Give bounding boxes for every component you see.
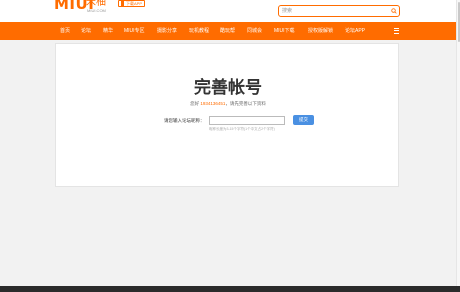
nav-item-forum[interactable]: 论坛	[81, 22, 91, 40]
nav-item-miui-zone[interactable]: MIUI专区	[124, 22, 145, 40]
nav-item-app[interactable]: 论坛APP	[345, 22, 365, 40]
nickname-label: 请您输入论坛昵称：	[164, 118, 205, 123]
download-app-button[interactable]: 下载APP	[118, 0, 146, 7]
site-logo-cn[interactable]: 米柚	[86, 0, 106, 8]
phone-icon	[121, 1, 124, 6]
complete-account-panel: 完善帐号 您好 1934136451，请先完善以下资料 请您输入论坛昵称： 提交…	[55, 43, 399, 187]
download-app-label: 下载APP	[126, 1, 143, 6]
menu-icon[interactable]	[394, 26, 402, 36]
user-id: 1934136451	[200, 101, 226, 106]
submit-button[interactable]: 提交	[293, 115, 314, 125]
greeting-text: 您好 1934136451，请先完善以下资料	[56, 101, 400, 107]
nav-item-featured[interactable]: 精华	[103, 22, 113, 40]
main-nav: 首页 论坛 精华 MIUI专区 摄影分享 玩机教程 酷玩帮 同城会 MIUI下载…	[0, 22, 460, 40]
greeting-prefix: 您好	[190, 101, 200, 106]
page-title: 完善帐号	[194, 78, 262, 97]
search-icon[interactable]	[391, 8, 397, 14]
site-header: MIUI 米柚 MIUI.COM 下载APP 搜索	[0, 0, 460, 22]
greeting-suffix: ，请先完善以下资料	[225, 101, 266, 106]
search-placeholder: 搜索	[282, 7, 293, 14]
nav-item-photo[interactable]: 摄影分享	[157, 22, 177, 40]
search-input[interactable]: 搜索	[278, 5, 400, 17]
nav-item-tutorials[interactable]: 玩机教程	[189, 22, 209, 40]
nav-item-home[interactable]: 首页	[60, 22, 70, 40]
site-logo-domain: MIUI.COM	[87, 8, 106, 13]
page-footer	[0, 286, 460, 292]
page-scrollbar[interactable]	[456, 0, 460, 286]
nav-item-unlock[interactable]: 授权版解锁	[308, 22, 333, 40]
nav-item-download[interactable]: MIUI下载	[274, 22, 295, 40]
nickname-input[interactable]	[209, 116, 285, 125]
nickname-hint: 昵称长度为3-15个字符(1个中文占2个字符)	[209, 127, 275, 131]
nav-item-coolplay[interactable]: 酷玩帮	[220, 22, 235, 40]
nav-item-local[interactable]: 同城会	[247, 22, 262, 40]
